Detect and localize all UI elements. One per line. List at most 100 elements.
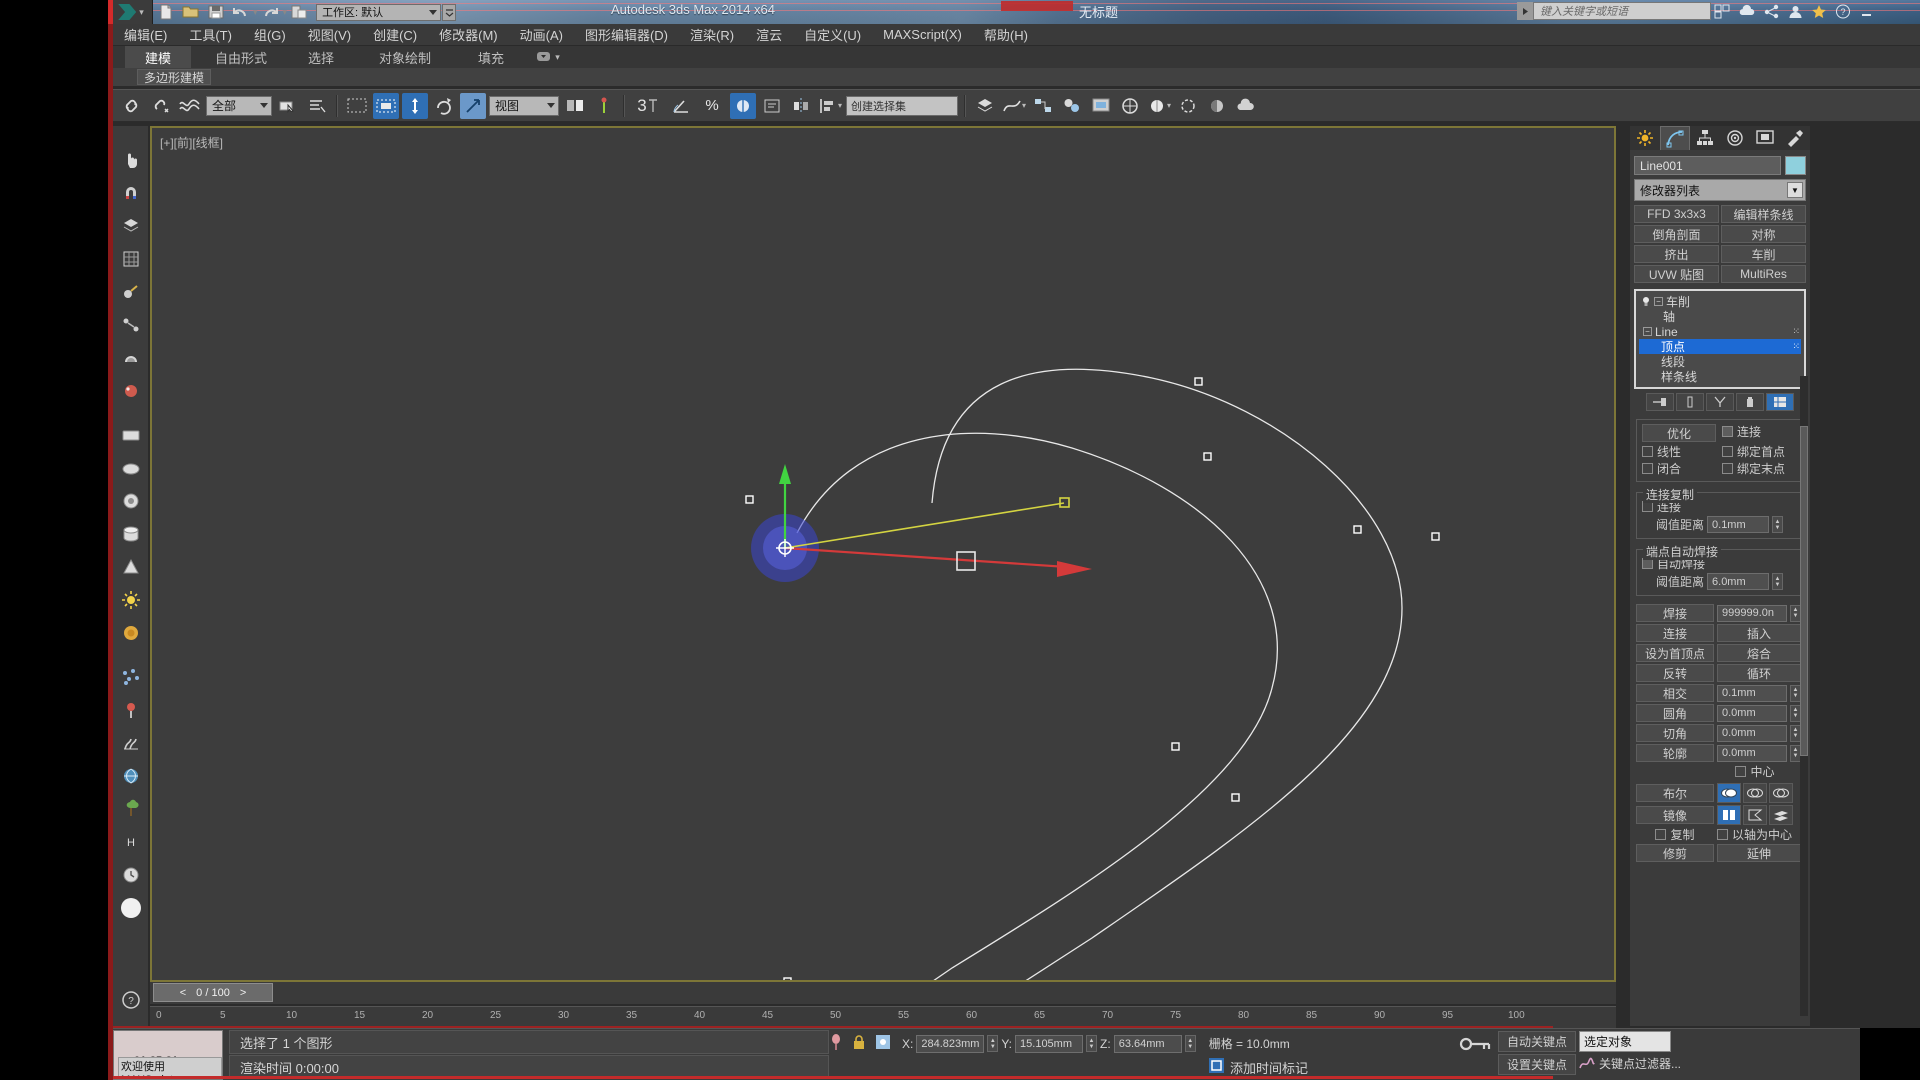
reference-coordinate-combo[interactable]: 视图: [489, 95, 559, 116]
mirror-icon[interactable]: [788, 93, 814, 119]
crossinsert-button[interactable]: 相交: [1636, 684, 1714, 702]
x-field[interactable]: 284.823mm: [916, 1034, 985, 1053]
named-selection-set-input[interactable]: 创建选择集: [846, 95, 958, 116]
select-and-move-icon[interactable]: [402, 92, 428, 119]
pivot-center-icon[interactable]: [562, 93, 588, 119]
ribbon-tab-1[interactable]: 自由形式: [201, 46, 281, 68]
prs-lock-icon[interactable]: [829, 1033, 843, 1054]
connect-button[interactable]: 连接: [1636, 624, 1714, 642]
make-unique-icon[interactable]: [1706, 393, 1734, 411]
help-circle-icon[interactable]: ?: [115, 984, 147, 1016]
cylinder-primitive-icon[interactable]: [115, 518, 147, 550]
outline-button[interactable]: 轮廓: [1636, 744, 1714, 762]
box-primitive-icon[interactable]: [115, 419, 147, 451]
stack-row-2[interactable]: − Line ⁙: [1639, 324, 1801, 339]
maxscript-mini-listener[interactable]: 01:35:21 欢迎使用 MAXScript: [113, 1030, 223, 1080]
magnet-icon[interactable]: [115, 177, 147, 209]
hair-icon[interactable]: [115, 727, 147, 759]
minimize-icon[interactable]: [1859, 4, 1875, 22]
add-time-tag-label[interactable]: 添加时间标记: [1230, 1058, 1308, 1077]
percent-snap-icon[interactable]: %: [697, 93, 727, 119]
insert-button[interactable]: 插入: [1717, 624, 1801, 642]
display-tab[interactable]: [1750, 126, 1780, 150]
modifier-button-4[interactable]: 挤出: [1634, 245, 1719, 263]
select-link-icon[interactable]: [119, 93, 145, 119]
user-icon[interactable]: [1788, 4, 1803, 22]
boolean-subtract-icon[interactable]: [1743, 783, 1767, 803]
fillet-field[interactable]: 0.0mm: [1717, 704, 1787, 722]
menu-item-12[interactable]: 帮助(H): [973, 23, 1039, 46]
link-icon[interactable]: [115, 309, 147, 341]
menu-item-8[interactable]: 渲染(R): [679, 23, 745, 46]
key-mode-combo[interactable]: 选定对象: [1579, 1031, 1671, 1052]
modifier-button-5[interactable]: 车削: [1721, 245, 1806, 263]
configure-sets-icon[interactable]: [1766, 393, 1794, 411]
angle-snap-icon[interactable]: [668, 93, 694, 119]
command-panel-scrollbar-thumb[interactable]: [1800, 426, 1808, 756]
modifier-button-6[interactable]: UVW 贴图: [1634, 265, 1719, 283]
z-field[interactable]: 63.64mm: [1113, 1034, 1182, 1053]
snap-toggle-icon[interactable]: 3: [631, 93, 665, 119]
pin-stack-icon[interactable]: [1646, 393, 1674, 411]
auto-weld-threshold-field[interactable]: 6.0mm: [1707, 573, 1770, 590]
x-spinner[interactable]: ▲ ▼: [987, 1035, 999, 1052]
viewport[interactable]: [+][前][线框]: [150, 126, 1616, 1080]
mirror-both-icon[interactable]: [1769, 805, 1793, 825]
select-object-icon[interactable]: [275, 93, 301, 119]
bind-space-warp-icon[interactable]: [177, 93, 203, 119]
time-slider-next-icon[interactable]: >: [240, 987, 246, 999]
particles-icon[interactable]: [115, 661, 147, 693]
menu-item-1[interactable]: 工具(T): [178, 23, 243, 46]
copy-checkbox[interactable]: 复制: [1636, 827, 1714, 842]
stack-row-5[interactable]: 样条线: [1639, 369, 1801, 384]
threshold-spinner[interactable]: ▲ ▼: [1772, 516, 1784, 533]
stack-row-4[interactable]: 线段: [1639, 354, 1801, 369]
share-icon[interactable]: [1764, 4, 1780, 22]
menu-item-6[interactable]: 动画(A): [509, 23, 574, 46]
help-icon[interactable]: ?: [1835, 4, 1851, 22]
material-editor-icon[interactable]: [1059, 93, 1085, 119]
fuse-button[interactable]: 熔合: [1717, 644, 1801, 662]
search-expand-icon[interactable]: [1517, 2, 1533, 20]
curve-editor-icon[interactable]: ▾: [1001, 93, 1027, 119]
align-icon[interactable]: ▾: [817, 93, 843, 119]
cloud-icon[interactable]: [1738, 4, 1756, 22]
app-menu-button[interactable]: ▾: [113, 0, 153, 24]
paint-icon[interactable]: [115, 375, 147, 407]
workspace-expand-button[interactable]: [442, 3, 457, 21]
layer-manager-icon[interactable]: [972, 93, 998, 119]
fillet-button[interactable]: 圆角: [1636, 704, 1714, 722]
ribbon-overflow-icon[interactable]: ▾: [531, 46, 565, 68]
auto-weld-threshold-spinner[interactable]: ▲ ▼: [1772, 573, 1784, 590]
redo-icon[interactable]: [258, 1, 283, 23]
selection-filter-combo[interactable]: 全部: [206, 95, 272, 116]
key-filters-row[interactable]: 关键点过滤器...: [1579, 1055, 1681, 1072]
measure-icon[interactable]: [115, 276, 147, 308]
unlink-icon[interactable]: [148, 93, 174, 119]
modify-tab[interactable]: [1660, 126, 1690, 150]
cycle-button[interactable]: 循环: [1717, 664, 1801, 682]
selection-lock-icon[interactable]: [852, 1034, 866, 1053]
modifier-button-0[interactable]: FFD 3x3x3: [1634, 205, 1719, 223]
threshold-field[interactable]: 0.1mm: [1707, 516, 1770, 533]
mirror-button[interactable]: 镜像: [1636, 806, 1714, 824]
mirror-horizontal-icon[interactable]: [1717, 805, 1741, 825]
globe-icon[interactable]: [115, 760, 147, 792]
circle-primitive-icon[interactable]: [115, 485, 147, 517]
ribbon-tab-4[interactable]: 填充: [461, 46, 521, 68]
optimize-button[interactable]: 优化: [1642, 424, 1716, 442]
bind-first-checkbox[interactable]: 绑定首点: [1722, 444, 1785, 459]
menu-item-4[interactable]: 创建(C): [362, 23, 428, 46]
shell-icon[interactable]: [115, 342, 147, 374]
star-icon[interactable]: [1811, 4, 1827, 22]
window-crossing-icon[interactable]: [373, 92, 399, 119]
modifier-button-2[interactable]: 倒角剖面: [1634, 225, 1719, 243]
time-slider-track[interactable]: [150, 982, 1616, 1004]
chamfer-button[interactable]: 切角: [1636, 724, 1714, 742]
absolute-relative-icon[interactable]: [875, 1034, 891, 1053]
open-file-icon[interactable]: [178, 1, 203, 23]
modifier-stack[interactable]: − 车削 轴 − Line ⁙ 顶点 ⁙ 线段 样条线: [1634, 289, 1806, 389]
search-input[interactable]: 键入关键字或短语: [1533, 2, 1711, 20]
rect-select-region-icon[interactable]: [344, 93, 370, 119]
center-checkbox[interactable]: 中心: [1735, 764, 1775, 779]
